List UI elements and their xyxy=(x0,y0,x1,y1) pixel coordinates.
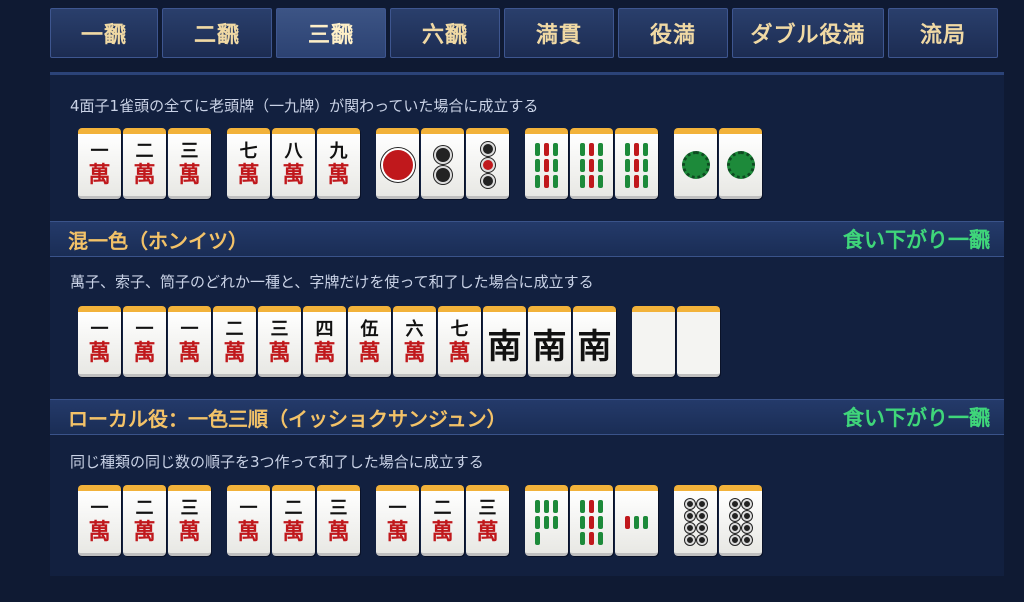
tab-5[interactable]: 役満 xyxy=(618,8,728,58)
pin-tile xyxy=(376,128,419,199)
pin-tile xyxy=(674,485,717,556)
sou-tile xyxy=(615,128,658,199)
tab-0[interactable]: 一飜 xyxy=(50,8,158,58)
section-description: 4面子1雀頭の全てに老頭牌（一九牌）が関わっていた場合に成立する xyxy=(70,97,539,115)
man-tile: 三萬 xyxy=(317,485,360,556)
man-tile: 伍萬 xyxy=(348,306,391,377)
honor-tile: 南 xyxy=(528,306,571,377)
man-tile: 二萬 xyxy=(272,485,315,556)
man-tile: 九萬 xyxy=(317,128,360,199)
sou-tile xyxy=(674,128,717,199)
section-title: 混一色（ホンイツ） xyxy=(68,228,248,253)
sou-tile xyxy=(615,485,658,556)
section-honitsu: 混一色（ホンイツ） 食い下がり一飜 萬子、索子、筒子のどれか一種と、字牌だけを使… xyxy=(50,221,1004,399)
honor-tile: 南 xyxy=(483,306,526,377)
sou-tile xyxy=(719,128,762,199)
man-tile: 一萬 xyxy=(78,485,121,556)
tab-7[interactable]: 流局 xyxy=(888,8,998,58)
man-tile: 三萬 xyxy=(168,128,211,199)
tab-1[interactable]: 二飜 xyxy=(162,8,272,58)
section-isshoku-sanjun: ローカル役：一色三順（イッショクサンジュン） 食い下がり一飜 同じ種類の同じ数の… xyxy=(50,399,1004,579)
sou-tile xyxy=(570,485,613,556)
man-tile: 三萬 xyxy=(258,306,301,377)
section-description: 萬子、索子、筒子のどれか一種と、字牌だけを使って和了した場合に成立する xyxy=(70,273,594,291)
section-description: 同じ種類の同じ数の順子を3つ作って和了した場合に成立する xyxy=(70,453,484,471)
tab-3[interactable]: 六飜 xyxy=(390,8,500,58)
sou-tile xyxy=(525,485,568,556)
pin-tile xyxy=(719,485,762,556)
honor-tile: 南 xyxy=(573,306,616,377)
section-header: ローカル役：一色三順（イッショクサンジュン） 食い下がり一飜 xyxy=(50,399,1004,435)
tab-2[interactable]: 三飜 xyxy=(276,8,386,58)
man-tile: 一萬 xyxy=(78,128,121,199)
section-note: 食い下がり一飜 xyxy=(843,228,990,252)
sou-tile xyxy=(525,128,568,199)
pin-tile xyxy=(421,128,464,199)
man-tile: 三萬 xyxy=(168,485,211,556)
sou-tile xyxy=(570,128,613,199)
man-tile: 一萬 xyxy=(227,485,270,556)
man-tile: 七萬 xyxy=(227,128,270,199)
man-tile: 二萬 xyxy=(123,485,166,556)
yaku-content-panel: 4面子1雀頭の全てに老頭牌（一九牌）が関わっていた場合に成立する 一萬二萬三萬七… xyxy=(50,72,1004,576)
white-dragon-tile xyxy=(632,306,675,377)
man-tile: 一萬 xyxy=(123,306,166,377)
man-tile: 四萬 xyxy=(303,306,346,377)
man-tile: 七萬 xyxy=(438,306,481,377)
section-note: 食い下がり一飜 xyxy=(843,406,990,430)
section-title: ローカル役：一色三順（イッショクサンジュン） xyxy=(68,406,507,431)
tab-6[interactable]: ダブル役満 xyxy=(732,8,884,58)
example-hand: 一萬一萬一萬二萬三萬四萬伍萬六萬七萬南南南 xyxy=(78,306,722,377)
man-tile: 一萬 xyxy=(376,485,419,556)
example-hand: 一萬二萬三萬一萬二萬三萬一萬二萬三萬 xyxy=(78,485,764,556)
section-junchan: 4面子1雀頭の全てに老頭牌（一九牌）が関わっていた場合に成立する 一萬二萬三萬七… xyxy=(50,75,1004,221)
yaku-tab-bar: 一飜 二飜 三飜 六飜 満貫 役満 ダブル役満 流局 xyxy=(50,8,1004,58)
man-tile: 二萬 xyxy=(123,128,166,199)
man-tile: 一萬 xyxy=(168,306,211,377)
tab-4[interactable]: 満貫 xyxy=(504,8,614,58)
man-tile: 三萬 xyxy=(466,485,509,556)
pin-tile xyxy=(466,128,509,199)
man-tile: 二萬 xyxy=(421,485,464,556)
man-tile: 一萬 xyxy=(78,306,121,377)
section-header: 混一色（ホンイツ） 食い下がり一飜 xyxy=(50,221,1004,257)
man-tile: 六萬 xyxy=(393,306,436,377)
example-hand: 一萬二萬三萬七萬八萬九萬 xyxy=(78,128,764,199)
man-tile: 二萬 xyxy=(213,306,256,377)
white-dragon-tile xyxy=(677,306,720,377)
man-tile: 八萬 xyxy=(272,128,315,199)
